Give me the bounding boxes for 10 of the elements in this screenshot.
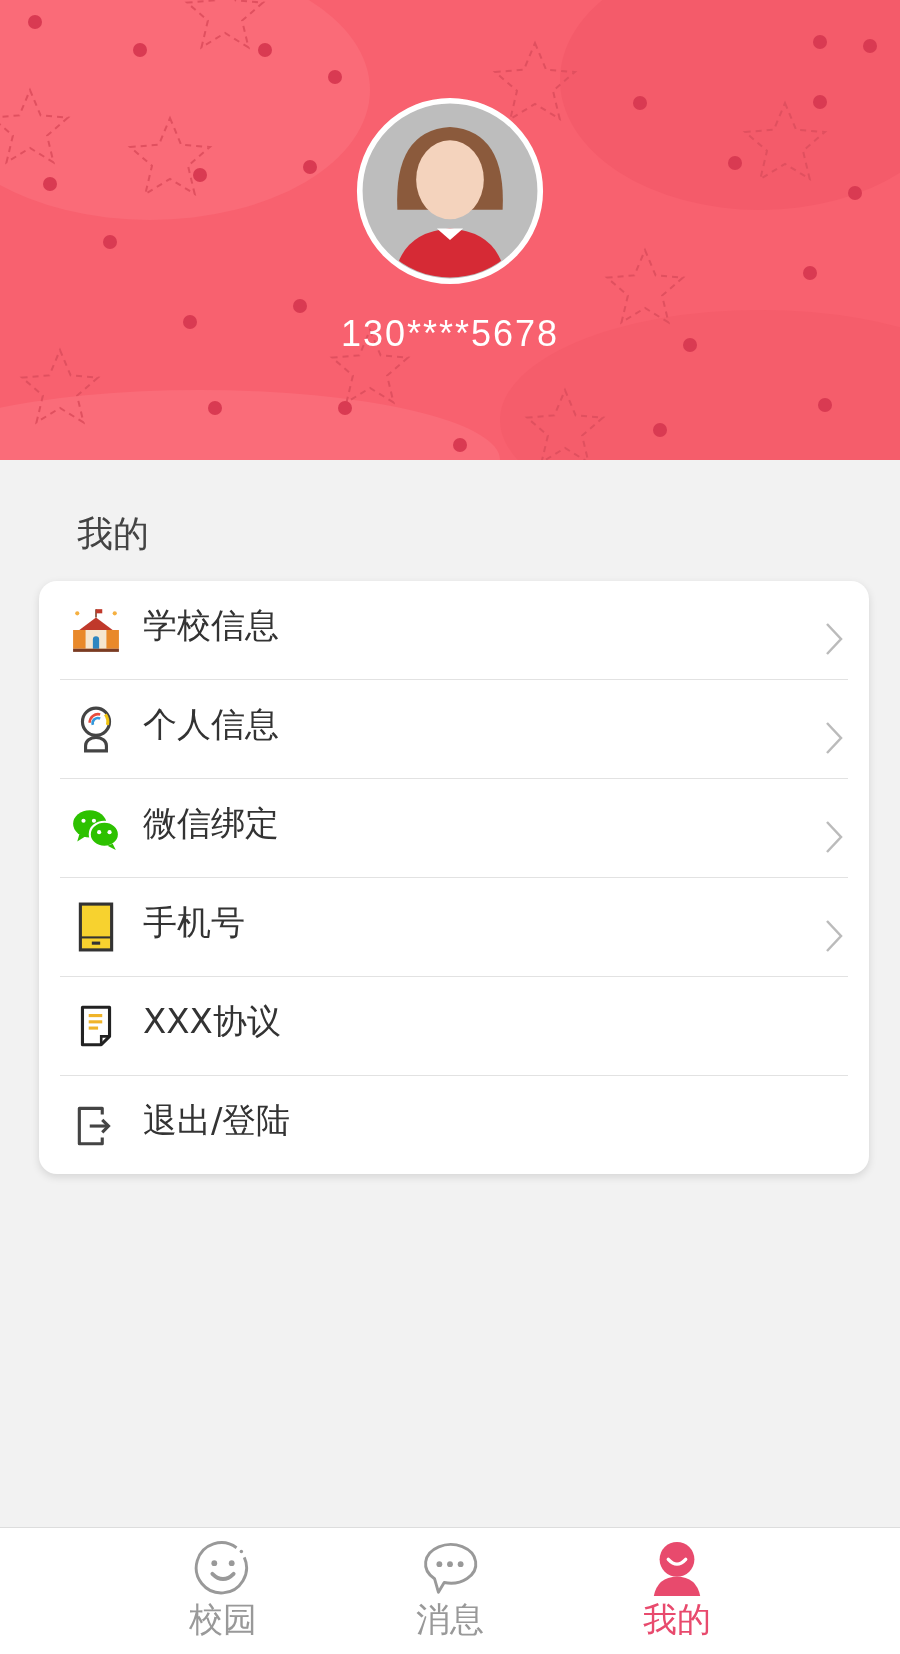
tab[interactable]: 我的 [563,1528,790,1654]
menu-item[interactable]: XXX协议 [60,977,848,1076]
avatar[interactable] [356,97,544,285]
menu-item[interactable]: 学校信息 [60,581,848,680]
menu-item[interactable]: 手机号 [60,878,848,977]
menu-item[interactable]: 退出/登陆 [60,1076,848,1174]
menu-item[interactable]: 个人信息 [60,680,848,779]
menu-item[interactable]: 微信绑定 [60,779,848,878]
phone-number: 130****5678 [340,313,560,355]
section-title: 我的 [76,512,150,556]
